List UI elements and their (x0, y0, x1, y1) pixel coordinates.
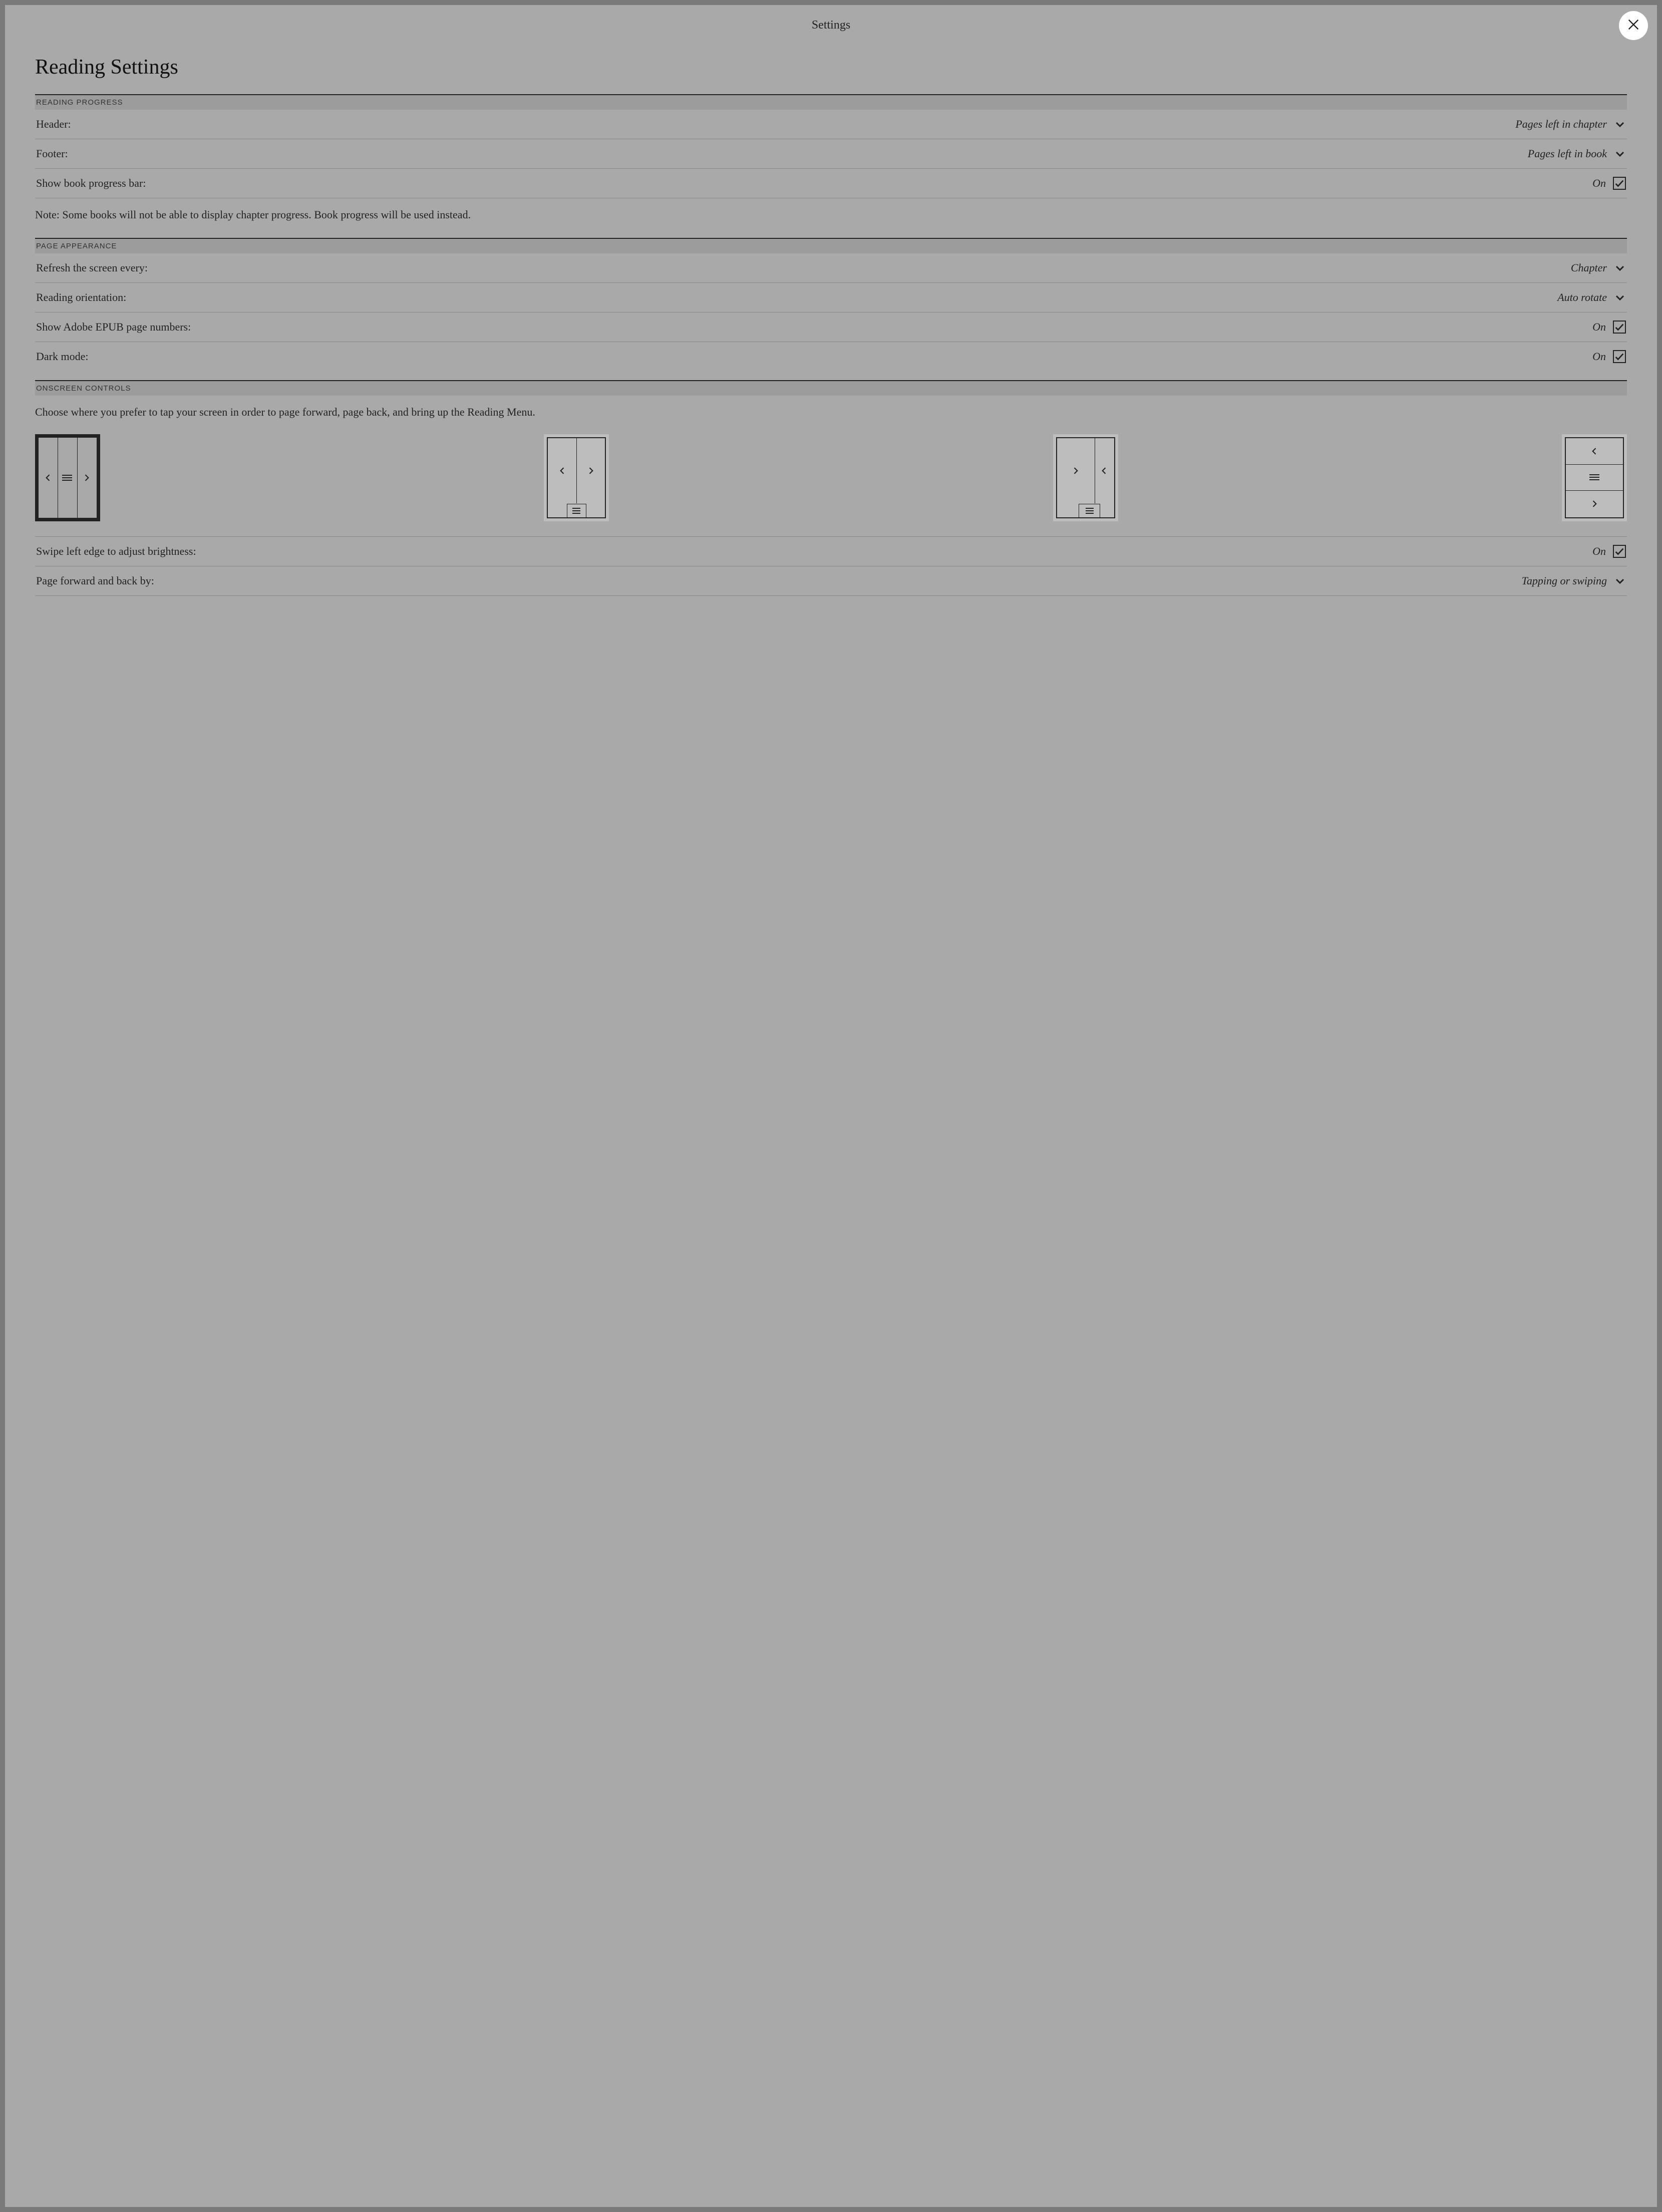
progress-bar-label: Show book progress bar: (36, 177, 146, 190)
menu-icon (1079, 504, 1100, 518)
progress-bar-row[interactable]: Show book progress bar: On (35, 169, 1627, 198)
chevron-left-icon (1095, 438, 1114, 503)
layout-option-4[interactable] (1562, 434, 1627, 521)
footer-display-row[interactable]: Footer: Pages left in book (35, 139, 1627, 169)
layout-option-1[interactable] (35, 434, 100, 521)
chevron-left-icon (1566, 438, 1623, 464)
refresh-value: Chapter (1571, 261, 1607, 274)
checkbox-checked-icon (1613, 350, 1626, 363)
layout-option-2[interactable] (544, 434, 609, 521)
header-display-value: Pages left in chapter (1515, 118, 1607, 131)
footer-display-value: Pages left in book (1528, 147, 1607, 160)
chevron-down-icon (1614, 262, 1626, 274)
page-turn-method-value: Tapping or swiping (1522, 574, 1607, 587)
chevron-left-icon (39, 438, 58, 518)
orientation-value: Auto rotate (1557, 291, 1607, 304)
chevron-right-icon (576, 438, 605, 503)
chevron-right-icon (77, 438, 97, 518)
chevron-down-icon (1614, 575, 1626, 587)
chevron-down-icon (1614, 118, 1626, 130)
layout-option-3[interactable] (1053, 434, 1118, 521)
progress-bar-value: On (1592, 177, 1606, 190)
adobe-epub-row[interactable]: Show Adobe EPUB page numbers: On (35, 312, 1627, 342)
section-header-page-appearance: PAGE APPEARANCE (35, 238, 1627, 253)
section-header-reading-progress: READING PROGRESS (35, 94, 1627, 110)
onscreen-controls-intro: Choose where you prefer to tap your scre… (35, 396, 1627, 430)
swipe-brightness-value: On (1592, 545, 1606, 558)
layout-frame (1056, 437, 1115, 518)
checkbox-checked-icon (1613, 545, 1626, 558)
adobe-epub-label: Show Adobe EPUB page numbers: (36, 321, 191, 334)
close-icon (1626, 18, 1640, 34)
chevron-left-icon (548, 438, 576, 503)
page-turn-method-label: Page forward and back by: (36, 574, 154, 587)
checkbox-checked-icon (1613, 321, 1626, 334)
adobe-epub-value: On (1592, 321, 1606, 334)
chevron-right-icon (1566, 490, 1623, 517)
close-button[interactable] (1619, 11, 1648, 40)
topbar: Settings (5, 5, 1657, 45)
orientation-row[interactable]: Reading orientation: Auto rotate (35, 283, 1627, 312)
section-header-onscreen-controls: ONSCREEN CONTROLS (35, 380, 1627, 396)
menu-icon (58, 438, 77, 518)
layout-frame (1565, 437, 1624, 518)
menu-icon (567, 504, 586, 518)
refresh-row[interactable]: Refresh the screen every: Chapter (35, 253, 1627, 283)
page-turn-method-row[interactable]: Page forward and back by: Tapping or swi… (35, 566, 1627, 596)
chevron-down-icon (1614, 291, 1626, 303)
topbar-title: Settings (812, 19, 850, 32)
header-display-label: Header: (36, 118, 71, 131)
dark-mode-value: On (1592, 350, 1606, 363)
dark-mode-row[interactable]: Dark mode: On (35, 342, 1627, 371)
checkbox-checked-icon (1613, 177, 1626, 190)
layout-frame (547, 437, 606, 518)
chevron-right-icon (1057, 438, 1095, 503)
page-title: Reading Settings (35, 55, 1627, 79)
layout-frame (35, 434, 100, 521)
dark-mode-label: Dark mode: (36, 350, 88, 363)
layout-options (35, 430, 1627, 537)
orientation-label: Reading orientation: (36, 291, 126, 304)
refresh-label: Refresh the screen every: (36, 261, 148, 274)
swipe-brightness-label: Swipe left edge to adjust brightness: (36, 545, 196, 558)
content: Reading Settings READING PROGRESS Header… (5, 55, 1657, 596)
chevron-down-icon (1614, 148, 1626, 160)
header-display-row[interactable]: Header: Pages left in chapter (35, 110, 1627, 139)
footer-display-label: Footer: (36, 147, 68, 160)
swipe-brightness-row[interactable]: Swipe left edge to adjust brightness: On (35, 537, 1627, 566)
progress-note: Note: Some books will not be able to dis… (35, 198, 1627, 238)
menu-icon (1566, 464, 1623, 490)
settings-panel: Settings Reading Settings READING PROGRE… (5, 5, 1657, 2207)
